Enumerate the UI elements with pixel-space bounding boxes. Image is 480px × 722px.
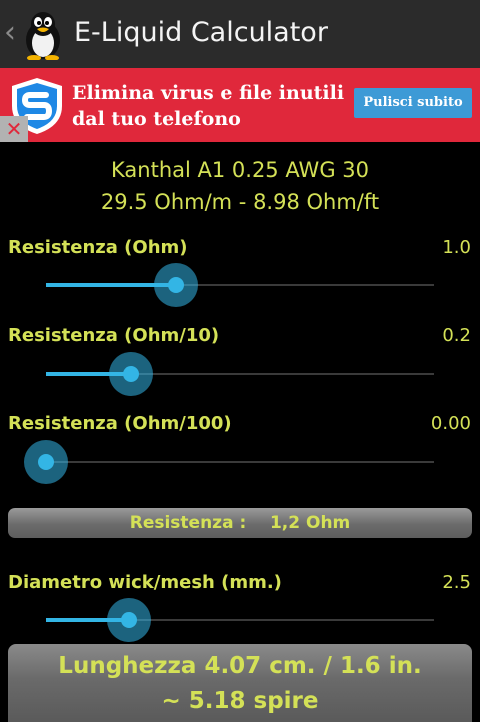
resistance-ohm-label: Resistenza (Ohm) xyxy=(8,237,188,258)
resistance-summary-label: Resistenza : xyxy=(129,513,247,533)
result-box: Lunghezza 4.07 cm. / 1.6 in. ~ 5.18 spir… xyxy=(8,644,472,722)
app-title: E-Liquid Calculator xyxy=(74,17,328,48)
resistance-summary-bar: Resistenza : 1,2 Ohm xyxy=(8,508,472,538)
resistance-ohm10-slider[interactable] xyxy=(46,349,434,399)
ad-banner[interactable]: Elimina virus e file inutili dal tuo tel… xyxy=(0,68,480,142)
ad-cta-button[interactable]: Pulisci subito xyxy=(354,88,472,118)
slider-thumb[interactable] xyxy=(121,612,137,628)
result-turns: ~ 5.18 spire xyxy=(161,688,319,714)
slider-thumb[interactable] xyxy=(38,454,54,470)
slider-track xyxy=(46,461,434,463)
resistance-ohm10-label: Resistenza (Ohm/10) xyxy=(8,325,220,346)
resistance-ohm-slider[interactable] xyxy=(46,260,434,310)
wire-name: Kanthal A1 0.25 AWG 30 xyxy=(111,158,369,182)
back-chevron-icon[interactable]: ‹ xyxy=(4,18,16,48)
resistance-ohm100-label: Resistenza (Ohm/100) xyxy=(8,413,232,434)
action-bar: ‹ E-Liquid Calculator xyxy=(0,0,480,68)
resistance-ohm10-value: 0.2 xyxy=(442,325,471,346)
resistance-ohm-value: 1.0 xyxy=(442,237,471,258)
wick-diameter-slider[interactable] xyxy=(46,595,434,645)
resistance-ohm100-slider[interactable] xyxy=(24,437,434,487)
wick-diameter-label: Diametro wick/mesh (mm.) xyxy=(8,572,282,593)
ad-text: Elimina virus e file inutili dal tuo tel… xyxy=(72,80,344,132)
penguin-icon[interactable] xyxy=(20,10,66,60)
result-length: Lunghezza 4.07 cm. / 1.6 in. xyxy=(58,653,422,679)
resistance-ohm100-value: 0.00 xyxy=(430,413,471,434)
ad-line-1: Elimina virus e file inutili xyxy=(72,82,345,104)
slider-thumb[interactable] xyxy=(168,277,184,293)
slider-thumb[interactable] xyxy=(123,366,139,382)
wire-specs: 29.5 Ohm/m - 8.98 Ohm/ft xyxy=(100,190,380,214)
wick-diameter-value: 2.5 xyxy=(442,572,471,593)
ad-line-2: dal tuo telefono xyxy=(72,108,241,130)
close-icon[interactable]: ✕ xyxy=(0,116,28,142)
resistance-summary-value: 1,2 Ohm xyxy=(269,513,351,533)
